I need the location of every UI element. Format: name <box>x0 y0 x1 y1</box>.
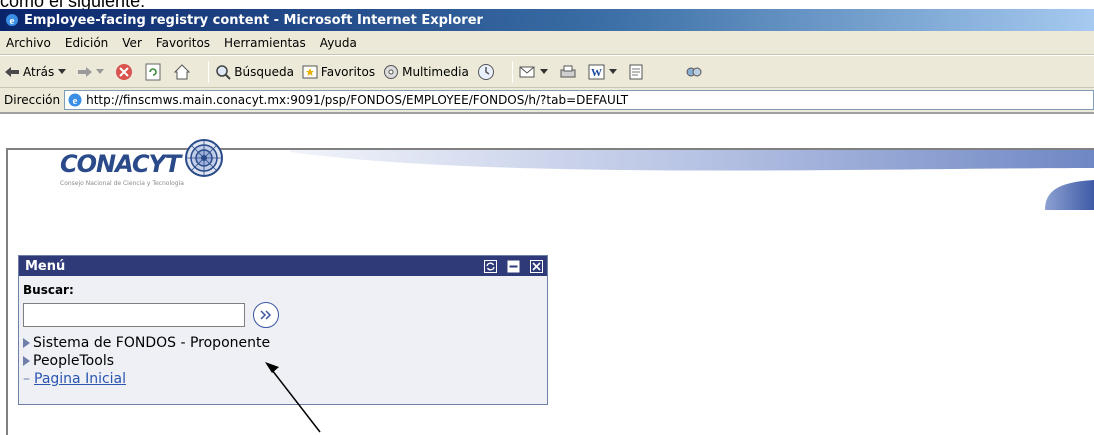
pointer-arrow <box>265 362 321 433</box>
